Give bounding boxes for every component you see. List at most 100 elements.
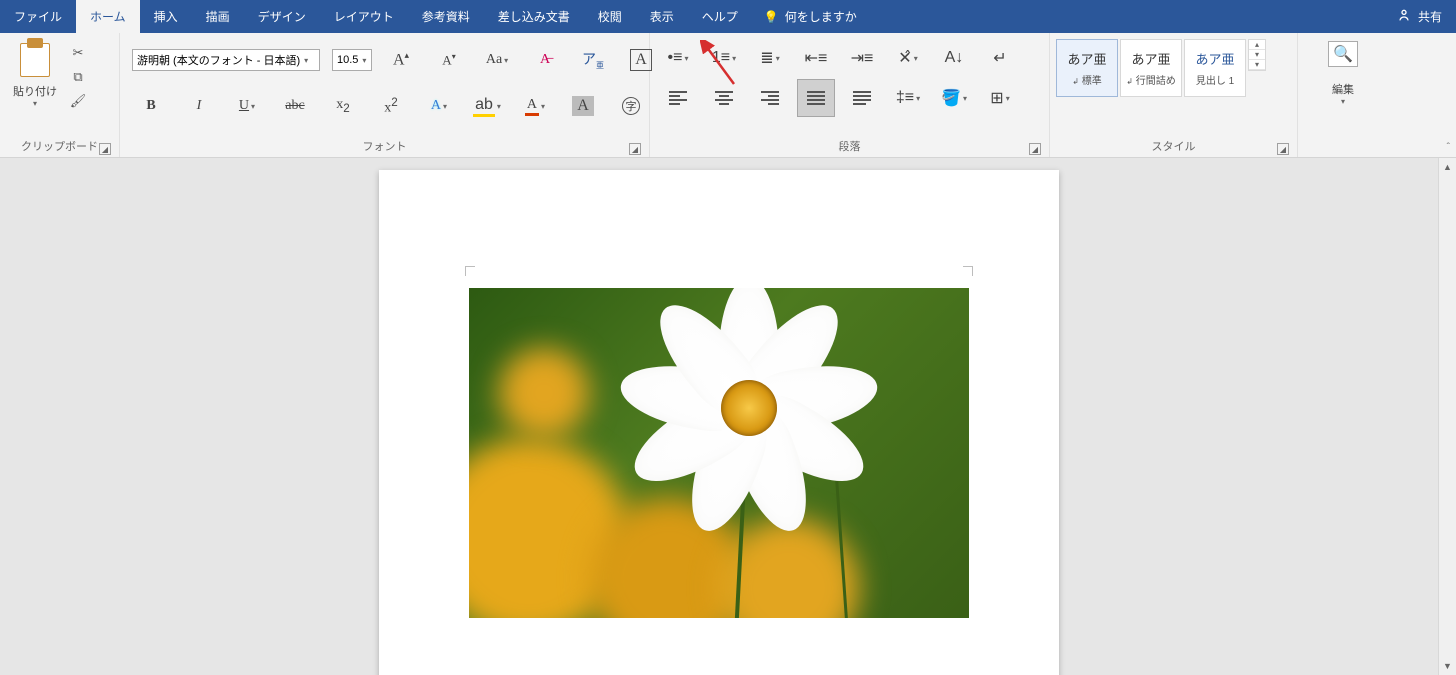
share-icon <box>1396 7 1412 26</box>
find-button[interactable]: 🔍 <box>1328 41 1358 67</box>
bold-button[interactable]: B <box>132 87 170 125</box>
group-editing: 🔍 編集 ▾ <box>1298 33 1388 157</box>
distribute-icon <box>853 91 871 105</box>
style-no-spacing[interactable]: あア亜 ↲ 行間詰め <box>1120 39 1182 97</box>
group-label-clipboard: クリップボード <box>21 138 98 154</box>
document-canvas[interactable] <box>0 158 1438 675</box>
styles-dialog-launcher[interactable]: ◢ <box>1277 143 1289 155</box>
shading-button[interactable]: 🪣▾ <box>935 79 973 117</box>
strikethrough-button[interactable]: abc <box>276 87 314 125</box>
tab-references[interactable]: 参考資料 <box>408 0 484 33</box>
italic-button[interactable]: I <box>180 87 218 125</box>
subscript-button[interactable]: x2 <box>324 87 362 125</box>
font-name-combo[interactable]: 游明朝 (本文のフォント - 日本語) ▾ <box>132 49 320 71</box>
align-left-icon <box>669 91 687 105</box>
menu-tab-bar: ファイル ホーム 挿入 描画 デザイン レイアウト 参考資料 差し込み文書 校閲… <box>0 0 1456 33</box>
font-name-value: 游明朝 (本文のフォント - 日本語) <box>137 52 300 68</box>
character-shading-button[interactable]: A <box>564 87 602 125</box>
italic-icon: I <box>197 98 202 114</box>
styles-gallery-more[interactable]: ▴▾▾ <box>1248 39 1266 71</box>
font-color-button[interactable]: A▾ <box>516 87 554 125</box>
distribute-button[interactable] <box>843 79 881 117</box>
collapse-ribbon-button[interactable]: ˆ <box>1447 142 1450 153</box>
tab-view[interactable]: 表示 <box>636 0 688 33</box>
increase-indent-button[interactable]: ⇥≡ <box>843 39 881 77</box>
tab-home[interactable]: ホーム <box>76 0 140 33</box>
share-button[interactable]: 共有 <box>1382 0 1456 33</box>
scroll-down-button[interactable]: ▼ <box>1439 657 1456 675</box>
paste-button[interactable]: 貼り付け ▾ <box>6 37 64 108</box>
page[interactable] <box>379 170 1059 675</box>
inserted-image[interactable] <box>469 288 969 618</box>
paragraph-dialog-launcher[interactable]: ◢ <box>1029 143 1041 155</box>
tab-mailings[interactable]: 差し込み文書 <box>484 0 584 33</box>
show-marks-button[interactable]: ↵ <box>981 39 1019 77</box>
style-normal[interactable]: あア亜 ↲ 標準 <box>1056 39 1118 97</box>
copy-icon: ⧉ <box>73 69 82 85</box>
copy-button[interactable]: ⧉ <box>68 67 88 87</box>
ribbon: 貼り付け ▾ ✂ ⧉ 🖌 クリップボード ◢ 游明朝 (本文のフォント - 日本… <box>0 33 1456 158</box>
cut-button[interactable]: ✂ <box>68 43 88 63</box>
underline-button[interactable]: U▾ <box>228 87 266 125</box>
shrink-font-button[interactable]: A▾ <box>430 41 468 79</box>
shrink-font-icon: A▾ <box>442 52 455 68</box>
align-right-button[interactable] <box>751 79 789 117</box>
scroll-track[interactable] <box>1439 176 1456 657</box>
phonetic-guide-button[interactable]: ア亜 <box>574 41 612 79</box>
numbering-button[interactable]: 1≡▾ <box>705 39 743 77</box>
clear-format-icon: A̶ <box>540 52 550 68</box>
multilevel-list-button[interactable]: ≣▾ <box>751 39 789 77</box>
align-justify-button[interactable] <box>797 79 835 117</box>
clear-formatting-button[interactable]: A̶ <box>526 41 564 79</box>
change-case-button[interactable]: Aa▾ <box>478 41 516 79</box>
tab-insert[interactable]: 挿入 <box>140 0 192 33</box>
clipboard-dialog-launcher[interactable]: ◢ <box>99 143 111 155</box>
group-styles: あア亜 ↲ 標準 あア亜 ↲ 行間詰め あア亜 見出し 1 ▴▾▾ スタイル ◢ <box>1050 33 1298 157</box>
asian-layout-button[interactable]: ✕̂▾ <box>889 39 927 77</box>
align-center-button[interactable] <box>705 79 743 117</box>
tell-me-search[interactable]: 💡 何をしますか <box>752 0 869 33</box>
tab-help[interactable]: ヘルプ <box>688 0 752 33</box>
enclose-icon: 字 <box>622 97 640 115</box>
tab-file[interactable]: ファイル <box>0 0 76 33</box>
tab-design[interactable]: デザイン <box>244 0 320 33</box>
text-effects-button[interactable]: A▾ <box>420 87 458 125</box>
char-border-icon: A <box>630 49 652 71</box>
decrease-indent-button[interactable]: ⇤≡ <box>797 39 835 77</box>
highlight-button[interactable]: ab▾ <box>468 87 506 125</box>
superscript-button[interactable]: x2 <box>372 87 410 125</box>
char-shade-icon: A <box>572 96 594 116</box>
group-clipboard: 貼り付け ▾ ✂ ⧉ 🖌 クリップボード ◢ <box>0 33 120 157</box>
align-right-icon <box>761 91 779 105</box>
enclose-characters-button[interactable]: 字 <box>612 87 650 125</box>
grow-font-button[interactable]: A▴ <box>382 41 420 79</box>
borders-button[interactable]: ⊞▾ <box>981 79 1019 117</box>
scroll-up-button[interactable]: ▲ <box>1439 158 1456 176</box>
superscript-icon: x2 <box>384 96 397 117</box>
editing-label: 編集 <box>1332 81 1354 97</box>
asian-layout-icon: ✕̂ <box>898 48 911 68</box>
subscript-icon: x2 <box>336 97 349 115</box>
align-left-button[interactable] <box>659 79 697 117</box>
font-color-icon: A <box>525 97 539 116</box>
font-size-combo[interactable]: 10.5 ▾ <box>332 49 372 71</box>
paint-bucket-icon: 🪣 <box>941 88 961 108</box>
highlight-icon: ab <box>473 96 495 117</box>
strike-icon: abc <box>285 98 304 114</box>
vertical-scrollbar[interactable]: ▲ ▼ <box>1438 158 1456 675</box>
format-painter-button[interactable]: 🖌 <box>68 91 88 111</box>
tab-review[interactable]: 校閲 <box>584 0 636 33</box>
bullets-button[interactable]: •≡▾ <box>659 39 697 77</box>
sort-button[interactable]: A↓ <box>935 39 973 77</box>
font-size-value: 10.5 <box>337 54 358 66</box>
grow-font-icon: A▴ <box>393 50 409 69</box>
tab-layout[interactable]: レイアウト <box>320 0 408 33</box>
tab-draw[interactable]: 描画 <box>192 0 244 33</box>
style-preview: あア亜 <box>1131 49 1170 68</box>
font-dialog-launcher[interactable]: ◢ <box>629 143 641 155</box>
indent-icon: ⇥≡ <box>851 48 874 68</box>
line-spacing-button[interactable]: ‡≡▾ <box>889 79 927 117</box>
group-label-font: フォント <box>363 138 407 154</box>
style-heading1[interactable]: あア亜 見出し 1 <box>1184 39 1246 97</box>
clipboard-icon <box>20 43 50 77</box>
